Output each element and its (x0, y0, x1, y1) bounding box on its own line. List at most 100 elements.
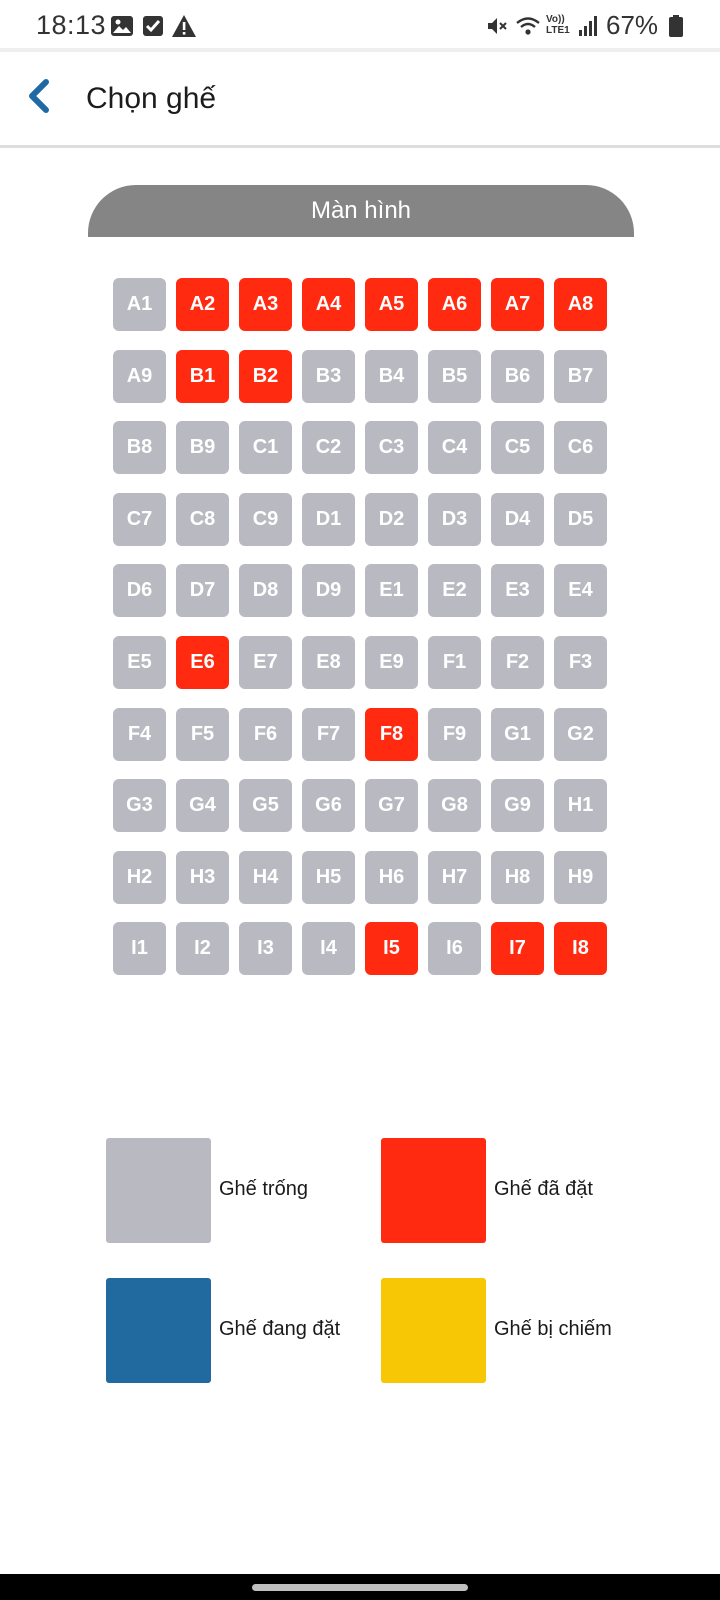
seat-b1[interactable]: B1 (176, 349, 229, 403)
seat-b8[interactable]: B8 (113, 421, 166, 475)
seat-f9[interactable]: F9 (428, 707, 481, 761)
seat-g6[interactable]: G6 (302, 779, 355, 833)
seat-c9[interactable]: C9 (239, 492, 292, 546)
seat-i4[interactable]: I4 (302, 922, 355, 976)
seat-b6[interactable]: B6 (491, 349, 544, 403)
seat-f6[interactable]: F6 (239, 707, 292, 761)
seat-f4[interactable]: F4 (113, 707, 166, 761)
seat-i6[interactable]: I6 (428, 922, 481, 976)
seat-i8[interactable]: I8 (554, 922, 607, 976)
seat-i2[interactable]: I2 (176, 922, 229, 976)
legend-swatch-occupied (381, 1278, 486, 1383)
seat-c5[interactable]: C5 (491, 421, 544, 475)
seat-a3[interactable]: A3 (239, 278, 292, 331)
seat-a8[interactable]: A8 (554, 278, 607, 331)
seat-c4[interactable]: C4 (428, 421, 481, 475)
app-bar: Chọn ghế (0, 52, 720, 148)
seat-e5[interactable]: E5 (113, 636, 166, 689)
seat-e7[interactable]: E7 (239, 636, 292, 689)
seat-d2[interactable]: D2 (365, 492, 418, 546)
checkbox-icon (141, 14, 165, 38)
seat-e9[interactable]: E9 (365, 636, 418, 689)
seat-c7[interactable]: C7 (113, 492, 166, 546)
seat-a6[interactable]: A6 (428, 278, 481, 331)
cinema-screen: Màn hình (88, 185, 634, 237)
legend-swatch-selecting (106, 1278, 211, 1383)
seat-c2[interactable]: C2 (302, 421, 355, 475)
seat-a9[interactable]: A9 (113, 349, 166, 403)
seat-a4[interactable]: A4 (302, 278, 355, 331)
seat-f7[interactable]: F7 (302, 707, 355, 761)
seat-e3[interactable]: E3 (491, 564, 544, 618)
signal-icon (578, 14, 602, 38)
seat-g7[interactable]: G7 (365, 779, 418, 833)
seat-c3[interactable]: C3 (365, 421, 418, 475)
seat-a7[interactable]: A7 (491, 278, 544, 331)
seat-h4[interactable]: H4 (239, 850, 292, 904)
seat-a5[interactable]: A5 (365, 278, 418, 331)
image-icon (110, 14, 134, 38)
seat-d5[interactable]: D5 (554, 492, 607, 546)
legend-label-available: Ghế trống (219, 1178, 308, 1200)
seat-e8[interactable]: E8 (302, 636, 355, 689)
seat-b4[interactable]: B4 (365, 349, 418, 403)
seat-c8[interactable]: C8 (176, 492, 229, 546)
seat-g1[interactable]: G1 (491, 707, 544, 761)
seat-g8[interactable]: G8 (428, 779, 481, 833)
seat-i5[interactable]: I5 (365, 922, 418, 976)
page-title: Chọn ghế (86, 82, 217, 115)
seat-h8[interactable]: H8 (491, 850, 544, 904)
seat-h2[interactable]: H2 (113, 850, 166, 904)
seat-f5[interactable]: F5 (176, 707, 229, 761)
volte-icon: Vo)) LTE1 (546, 14, 570, 36)
seat-i1[interactable]: I1 (113, 922, 166, 976)
seat-a2[interactable]: A2 (176, 278, 229, 331)
seat-c1[interactable]: C1 (239, 421, 292, 475)
seat-g2[interactable]: G2 (554, 707, 607, 761)
seat-d6[interactable]: D6 (113, 564, 166, 618)
seat-f2[interactable]: F2 (491, 636, 544, 689)
seat-b5[interactable]: B5 (428, 349, 481, 403)
status-bar: 18:13 Vo)) LTE1 67% (0, 0, 720, 50)
seat-i3[interactable]: I3 (239, 922, 292, 976)
seat-g5[interactable]: G5 (239, 779, 292, 833)
seat-h6[interactable]: H6 (365, 850, 418, 904)
seat-d7[interactable]: D7 (176, 564, 229, 618)
seat-d4[interactable]: D4 (491, 492, 544, 546)
seat-h9[interactable]: H9 (554, 850, 607, 904)
seat-g9[interactable]: G9 (491, 779, 544, 833)
battery-icon (668, 14, 684, 38)
seat-e4[interactable]: E4 (554, 564, 607, 618)
seat-i7[interactable]: I7 (491, 922, 544, 976)
wifi-icon (515, 14, 540, 38)
seat-b2[interactable]: B2 (239, 349, 292, 403)
warning-icon (171, 14, 196, 38)
seat-h5[interactable]: H5 (302, 850, 355, 904)
seat-h3[interactable]: H3 (176, 850, 229, 904)
seat-d8[interactable]: D8 (239, 564, 292, 618)
seat-b3[interactable]: B3 (302, 349, 355, 403)
seat-b7[interactable]: B7 (554, 349, 607, 403)
seat-d9[interactable]: D9 (302, 564, 355, 618)
seat-g3[interactable]: G3 (113, 779, 166, 833)
home-gesture-handle[interactable] (252, 1584, 468, 1591)
seat-a1[interactable]: A1 (113, 278, 166, 331)
seat-f3[interactable]: F3 (554, 636, 607, 689)
seat-b9[interactable]: B9 (176, 421, 229, 475)
legend-swatch-available (106, 1138, 211, 1243)
seat-d3[interactable]: D3 (428, 492, 481, 546)
seat-f8[interactable]: F8 (365, 707, 418, 761)
seat-d1[interactable]: D1 (302, 492, 355, 546)
seat-h1[interactable]: H1 (554, 779, 607, 833)
seat-c6[interactable]: C6 (554, 421, 607, 475)
chevron-left-icon (29, 79, 49, 113)
seat-e6[interactable]: E6 (176, 636, 229, 689)
seat-e2[interactable]: E2 (428, 564, 481, 618)
legend-label-booked: Ghế đã đặt (494, 1178, 593, 1200)
seat-h7[interactable]: H7 (428, 850, 481, 904)
seat-f1[interactable]: F1 (428, 636, 481, 689)
legend-swatch-booked (381, 1138, 486, 1243)
back-button[interactable] (20, 74, 60, 118)
seat-g4[interactable]: G4 (176, 779, 229, 833)
seat-e1[interactable]: E1 (365, 564, 418, 618)
